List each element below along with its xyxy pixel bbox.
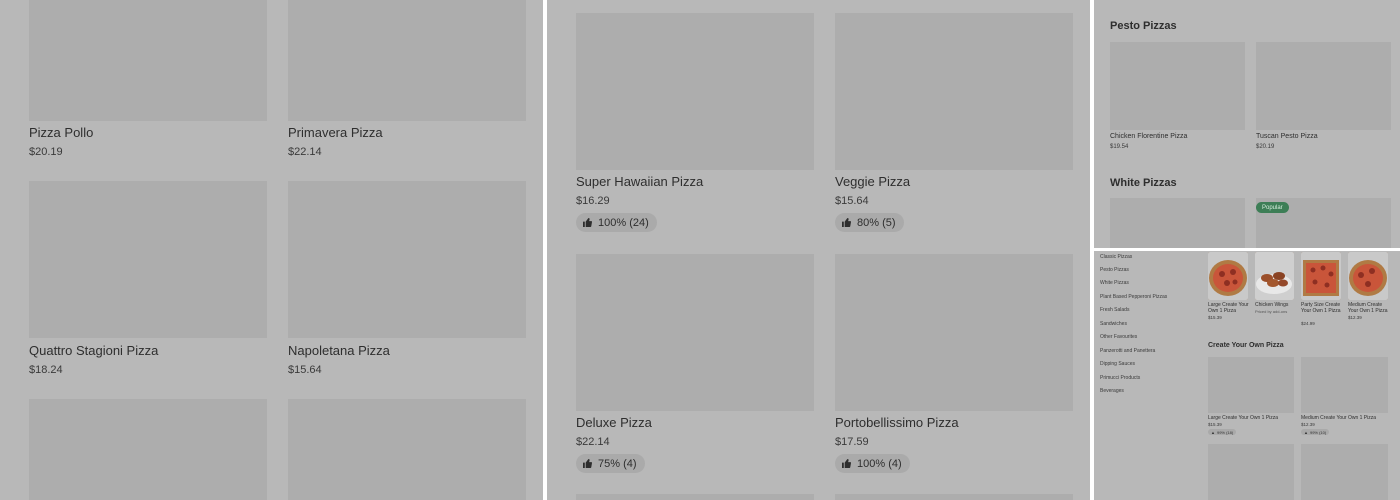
category-link[interactable]: Fresh Salads [1100,307,1129,313]
item-image-placeholder[interactable] [29,0,267,121]
rating-badge: ▲ 99% (10) [1301,429,1330,435]
item-price: $20.19 [1256,144,1275,150]
rating-text: 75% (4) [598,457,637,470]
item-name[interactable]: Veggie Pizza [835,174,910,189]
rating-badge: 80% (5) [835,213,904,232]
item-image-placeholder[interactable] [1256,42,1391,130]
item-name[interactable]: Tuscan Pesto Pizza [1256,133,1318,140]
item-image-placeholder[interactable] [1208,357,1294,413]
rating-text: 100% (24) [598,216,649,229]
item-image-placeholder[interactable] [29,181,267,338]
rating-text: 80% (5) [857,216,896,229]
rating-text: 100% (4) [857,457,902,470]
rating-badge: 100% (4) [835,454,910,473]
item-image-placeholder[interactable] [835,13,1073,170]
item-image-placeholder[interactable] [1301,357,1388,413]
item-price: $20.19 [29,146,63,158]
section-title-cyo: Create Your Own Pizza [1208,342,1284,349]
item-price: $22.14 [288,146,322,158]
item-image-placeholder[interactable] [1208,444,1294,500]
category-link[interactable]: Primucci Products [1100,375,1140,381]
item-price: $19.54 [1110,144,1129,150]
item-image-placeholder[interactable] [288,399,526,500]
item-name[interactable]: Large Create Your Own 1 Pizza [1208,415,1278,421]
item-name[interactable]: Large Create Your Own 1 Pizza [1208,302,1250,314]
item-name[interactable]: Party Size Create Your Own 1 Pizza [1301,302,1343,314]
item-price: $17.59 [835,436,869,448]
thumbs-up-icon [583,218,592,227]
category-link[interactable]: Sandwiches [1100,321,1127,327]
menu-panel-pesto-white: Pesto Pizzas Chicken Florentine Pizza $1… [1094,0,1400,248]
category-link[interactable]: Dipping Sauces [1100,361,1135,367]
section-title-pesto: Pesto Pizzas [1110,20,1177,32]
item-name[interactable]: Super Hawaiian Pizza [576,174,703,189]
item-price: $15.39 [1208,315,1222,320]
item-price: $15.39 [1208,422,1222,427]
thumbs-up-icon: ▲ [1304,429,1308,435]
item-image-placeholder[interactable] [576,494,814,500]
thumbs-up-icon [842,459,851,468]
rating-badge: 75% (4) [576,454,645,473]
rating-text: 99% (18) [1216,429,1234,435]
menu-panel-overview: Classic Pizzas Pesto Pizzas White Pizzas… [1094,251,1400,500]
item-price: $15.64 [835,195,869,207]
menu-panel-specialty: Super Hawaiian Pizza $16.29 100% (24) Ve… [547,0,1090,500]
wings-image[interactable] [1255,252,1294,300]
item-name[interactable]: Quattro Stagioni Pizza [29,343,158,358]
item-image-placeholder[interactable] [1301,444,1388,500]
thumbs-up-icon [842,218,851,227]
item-price: $24.99 [1301,321,1315,326]
item-name[interactable]: Chicken Florentine Pizza [1110,133,1187,140]
item-image-placeholder[interactable] [29,399,267,500]
item-image-placeholder[interactable] [288,181,526,338]
category-link[interactable]: Classic Pizzas [1100,254,1132,260]
item-price: $12.39 [1348,315,1362,320]
category-link[interactable]: Pesto Pizzas [1100,267,1129,273]
category-link[interactable]: White Pizzas [1100,280,1129,286]
item-image-placeholder[interactable] [576,254,814,411]
item-price: $12.39 [1301,422,1315,427]
item-subtext: Priced by add-ons [1255,309,1288,314]
item-image-placeholder[interactable] [835,254,1073,411]
item-price: $22.14 [576,436,610,448]
item-image-placeholder[interactable] [835,494,1073,500]
rating-text: 99% (10) [1309,429,1327,435]
item-image-placeholder[interactable] [1110,42,1245,130]
thumbs-up-icon [583,459,592,468]
pizza-image[interactable] [1348,252,1388,300]
item-name[interactable]: Napoletana Pizza [288,343,390,358]
item-name[interactable]: Medium Create Your Own 1 Pizza [1301,415,1376,421]
pizza-image[interactable] [1208,252,1248,300]
thumbs-up-icon: ▲ [1211,429,1215,435]
item-name[interactable]: Medium Create Your Own 1 Pizza [1348,302,1390,314]
item-name[interactable]: Deluxe Pizza [576,415,652,430]
menu-panel-classic: Pizza Pollo $20.19 Primavera Pizza $22.1… [0,0,543,500]
item-price: $15.64 [288,364,322,376]
category-link[interactable]: Beverages [1100,388,1124,394]
rating-badge: ▲ 99% (18) [1208,429,1237,435]
item-image-placeholder[interactable] [576,13,814,170]
item-price: $16.29 [576,195,610,207]
item-name[interactable]: Primavera Pizza [288,125,383,140]
item-image-placeholder[interactable] [1110,198,1245,248]
rating-badge: 100% (24) [576,213,657,232]
category-link[interactable]: Other Favourites [1100,334,1137,340]
item-name[interactable]: Pizza Pollo [29,125,93,140]
category-link[interactable]: Plant Based Pepperoni Pizzas [1100,294,1167,300]
item-name[interactable]: Chicken Wings [1255,302,1297,308]
item-image-placeholder[interactable] [288,0,526,121]
item-price: $18.24 [29,364,63,376]
pizza-image[interactable] [1301,252,1341,300]
section-title-white: White Pizzas [1110,177,1177,189]
category-link[interactable]: Panzerotti and Panettera [1100,348,1155,354]
popular-badge: Popular [1256,202,1289,213]
item-name[interactable]: Portobellissimo Pizza [835,415,959,430]
